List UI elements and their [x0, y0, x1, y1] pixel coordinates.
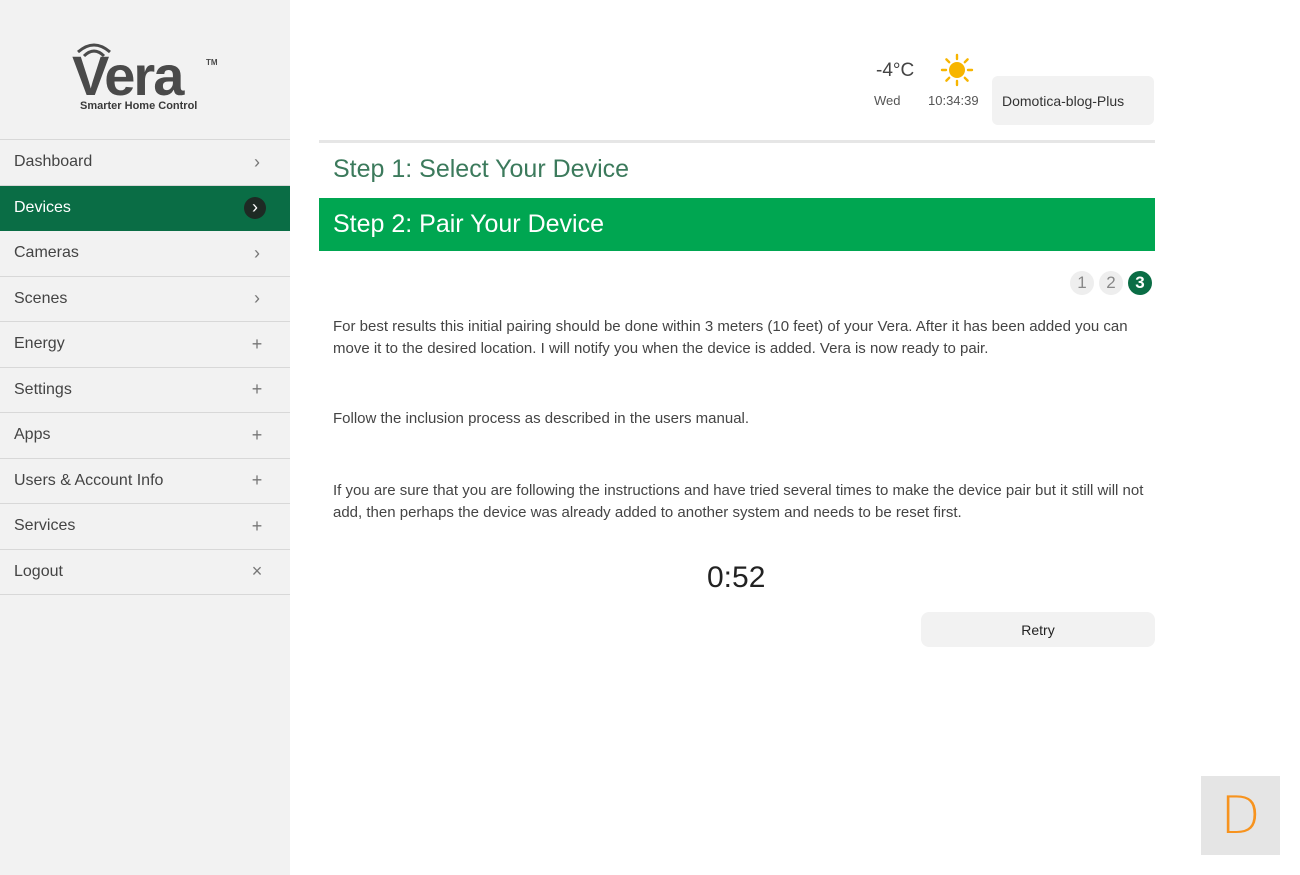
weather-temperature: -4°C	[876, 60, 915, 81]
clock-time: 10:34:39	[928, 93, 979, 108]
sidebar-item-label: Cameras	[14, 244, 79, 262]
close-icon: ×	[251, 561, 263, 582]
sidebar-item-label: Apps	[14, 426, 51, 444]
sidebar-item-users-account-info[interactable]: Users & Account Info +	[0, 459, 290, 504]
logo-tagline: Smarter Home Control	[80, 100, 198, 112]
chevron-right-icon: ›	[254, 242, 260, 263]
sidebar-item-dashboard[interactable]: Dashboard ›	[0, 140, 290, 186]
inclusion-instructions: Follow the inclusion process as describe…	[333, 410, 750, 427]
step1-title[interactable]: Step 1: Select Your Device	[333, 155, 629, 184]
chevron-right-icon: ›	[254, 151, 260, 172]
chevron-right-icon: ›	[254, 288, 260, 309]
countdown-timer: 0:52	[707, 561, 766, 594]
page-1-button[interactable]: 1	[1070, 271, 1094, 295]
sidebar-item-label: Users & Account Info	[14, 471, 164, 489]
pairing-instructions: For best results this initial pairing sh…	[333, 318, 1128, 357]
reset-instructions: If you are sure that you are following t…	[333, 482, 1144, 521]
corner-badge[interactable]: D	[1201, 776, 1280, 855]
plus-icon: +	[251, 470, 263, 491]
sidebar-item-label: Scenes	[14, 289, 68, 307]
page-3-button[interactable]: 3	[1128, 271, 1152, 295]
page-2-button[interactable]: 2	[1099, 271, 1123, 295]
account-selector[interactable]: Domotica-blog-Plus	[992, 76, 1154, 125]
sidebar-item-energy[interactable]: Energy +	[0, 322, 290, 368]
sidebar-item-settings[interactable]: Settings +	[0, 368, 290, 413]
step2-header: Step 2: Pair Your Device	[319, 198, 1155, 251]
sidebar-item-label: Logout	[14, 562, 63, 580]
plus-icon: +	[251, 333, 263, 354]
sidebar-item-label: Devices	[14, 198, 71, 216]
chevron-right-icon: ›	[244, 196, 266, 219]
sidebar-item-cameras[interactable]: Cameras ›	[0, 231, 290, 277]
badge-letter: D	[1220, 785, 1261, 846]
sidebar-item-label: Services	[14, 517, 76, 535]
step2-title: Step 2: Pair Your Device	[333, 210, 604, 238]
sidebar-item-logout[interactable]: Logout ×	[0, 550, 290, 595]
plus-icon: +	[251, 379, 263, 400]
logo-wordmark: Vera	[72, 44, 184, 107]
retry-button[interactable]: Retry	[921, 612, 1155, 647]
sidebar: Vera TM Smarter Home Control Dashboard ›…	[0, 0, 290, 875]
sidebar-item-devices[interactable]: Devices ›	[0, 185, 290, 231]
logo-trademark: TM	[206, 58, 218, 67]
weather-day: Wed	[874, 93, 901, 108]
step-pager: 1 2 3	[1070, 271, 1152, 295]
vera-logo[interactable]: Vera TM Smarter Home Control	[68, 40, 228, 120]
plus-icon: +	[251, 424, 263, 445]
sidebar-item-label: Dashboard	[14, 153, 93, 171]
sidebar-item-services[interactable]: Services +	[0, 504, 290, 550]
plus-icon: +	[251, 515, 263, 536]
sidebar-item-label: Energy	[14, 335, 65, 353]
sidebar-item-label: Settings	[14, 380, 72, 398]
sun-icon	[940, 53, 974, 87]
header-divider	[319, 140, 1155, 143]
sidebar-nav: Dashboard › Devices › Cameras › Scenes ›…	[0, 139, 290, 595]
sidebar-item-scenes[interactable]: Scenes ›	[0, 277, 290, 322]
sidebar-item-apps[interactable]: Apps +	[0, 413, 290, 459]
